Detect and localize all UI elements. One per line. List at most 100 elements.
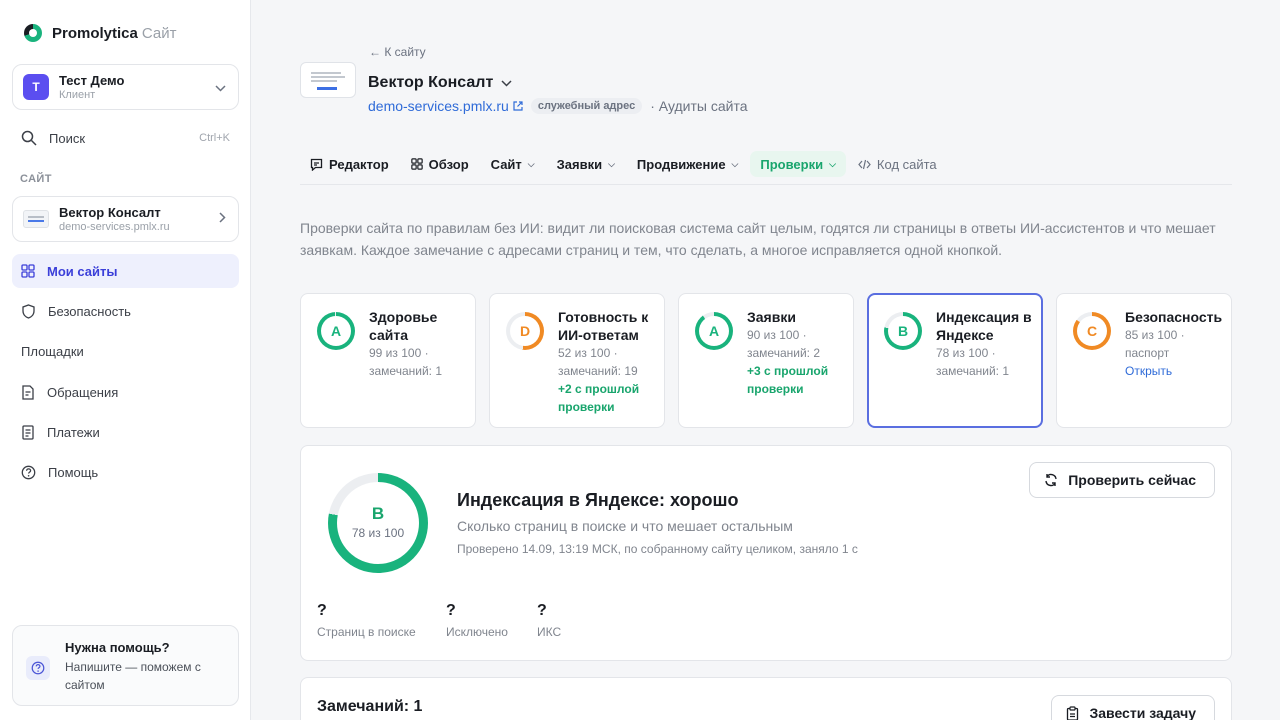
grade-ring: A bbox=[317, 312, 355, 350]
site-preview-thumbnail[interactable] bbox=[300, 62, 356, 98]
document-icon bbox=[22, 384, 34, 400]
chevron-down-icon: ⌵ bbox=[829, 158, 836, 169]
card-passport: паспорт bbox=[1125, 346, 1170, 360]
card-score: 52 из 100 · bbox=[558, 346, 618, 360]
open-link[interactable]: Открыть bbox=[1125, 362, 1229, 380]
search-button[interactable]: Поиск Ctrl+K bbox=[12, 124, 239, 152]
site-url-link[interactable]: demo-services.pmlx.ru bbox=[368, 98, 509, 114]
avatar: Т bbox=[23, 74, 49, 100]
card-title: Готовность к ИИ-ответам bbox=[558, 309, 649, 343]
brand[interactable]: Promolytica Сайт bbox=[24, 24, 176, 42]
check-subtitle: Сколько страниц в поиске и что мешает ос… bbox=[457, 518, 793, 534]
score-card-site-health[interactable]: A Здоровье сайта 99 из 100 · замечаний: … bbox=[300, 293, 476, 428]
back-link[interactable]: ← К сайту bbox=[369, 45, 426, 59]
sidebar-item-payments[interactable]: Платежи bbox=[12, 415, 239, 449]
logo-icon bbox=[24, 24, 42, 42]
check-now-button[interactable]: Проверить сейчас bbox=[1029, 462, 1215, 498]
card-issues: замечаний: 19 bbox=[558, 364, 638, 378]
help-card[interactable]: Нужна помощь? Напишите — поможем с сайто… bbox=[12, 625, 239, 706]
grade-letter: A bbox=[708, 323, 720, 339]
grade-ring: A bbox=[695, 312, 733, 350]
score-card-security[interactable]: C Безопасность 85 из 100 · паспорт Откры… bbox=[1056, 293, 1232, 428]
main-content: ← К сайту Вектор Консалт demo-services.p… bbox=[252, 0, 1280, 720]
current-site-card[interactable]: Вектор Консалт demo-services.pmlx.ru bbox=[12, 196, 239, 242]
tab-bar: Редактор Обзор Сайт ⌵ Заявки ⌵ Продвижен… bbox=[300, 151, 1232, 185]
card-delta: +3 с прошлой проверки bbox=[747, 364, 829, 396]
grid-icon bbox=[410, 158, 423, 170]
card-score: 85 из 100 · bbox=[1125, 328, 1185, 342]
grade-ring: B bbox=[884, 312, 922, 350]
account-name: Тест Демо bbox=[59, 73, 125, 88]
tab-label: Проверки bbox=[760, 156, 824, 172]
arrow-left-icon: ← bbox=[369, 45, 381, 59]
check-title: Индексация в Яндексе: хорошо bbox=[457, 490, 739, 510]
account-switcher[interactable]: Т Тест Демо Клиент bbox=[12, 64, 239, 110]
chevron-down-icon: ⌵ bbox=[608, 158, 615, 169]
intro-text: Проверки сайта по правилам без ИИ: видит… bbox=[300, 220, 1216, 258]
sidebar-item-help[interactable]: Помощь bbox=[12, 455, 239, 489]
grade-letter: A bbox=[330, 323, 342, 339]
grade-letter: B bbox=[897, 323, 909, 339]
tab-promotion[interactable]: Продвижение ⌵ bbox=[627, 151, 748, 177]
score-card-ai-readiness[interactable]: D Готовность к ИИ-ответам 52 из 100 · за… bbox=[489, 293, 665, 428]
stat-label: ИКС bbox=[537, 625, 562, 639]
shield-icon bbox=[22, 303, 35, 319]
check-detail-panel: B 78 из 100 Индексация в Яндексе: хорошо… bbox=[300, 445, 1232, 661]
score-card-leads[interactable]: A Заявки 90 из 100 · замечаний: 2 +3 с п… bbox=[678, 293, 854, 428]
sidebar-item-platforms[interactable]: Площадки bbox=[12, 334, 239, 368]
help-body: Напишите — поможем с сайтом bbox=[65, 660, 201, 692]
tab-site[interactable]: Сайт ⌵ bbox=[481, 151, 545, 177]
back-label: К сайту bbox=[384, 45, 426, 59]
clipboard-icon bbox=[1067, 705, 1079, 720]
stat-value: ? bbox=[537, 602, 547, 619]
help-icon bbox=[26, 656, 50, 680]
sidebar-item-security[interactable]: Безопасность bbox=[12, 294, 239, 328]
gauge-grade: B bbox=[371, 504, 385, 523]
chevron-down-icon: ⌵ bbox=[527, 158, 535, 169]
stat-value: ? bbox=[446, 602, 456, 619]
sidebar-item-label: Мои сайты bbox=[47, 263, 118, 279]
card-title: Безопасность bbox=[1125, 309, 1223, 325]
tab-label: Продвижение bbox=[636, 156, 726, 172]
tab-overview[interactable]: Обзор bbox=[401, 151, 479, 177]
card-issues: замечаний: 1 bbox=[936, 364, 1010, 378]
create-task-button[interactable]: Завести задачу bbox=[1051, 695, 1215, 720]
help-title: Нужна помощь? bbox=[65, 640, 170, 655]
grade-ring: D bbox=[506, 312, 544, 350]
card-title: Здоровье сайта bbox=[369, 309, 438, 343]
code-icon bbox=[858, 159, 871, 169]
site-host: demo-services.pmlx.ru bbox=[59, 221, 170, 233]
sidebar-item-my-sites[interactable]: Мои сайты bbox=[12, 254, 239, 288]
sidebar-item-requests[interactable]: Обращения bbox=[12, 375, 239, 409]
grade-letter: D bbox=[519, 323, 531, 339]
receipt-icon bbox=[22, 424, 34, 440]
sidebar-item-label: Площадки bbox=[21, 343, 84, 359]
stat-iks: ? ИКС bbox=[537, 602, 561, 639]
chevron-right-icon bbox=[219, 211, 226, 226]
sidebar: Promolytica Сайт Т Тест Демо Клиент Поиск… bbox=[0, 0, 251, 720]
breadcrumb-audits: · Аудиты сайта bbox=[650, 98, 748, 114]
sidebar-item-label: Помощь bbox=[48, 464, 99, 480]
card-issues: замечаний: 2 bbox=[747, 346, 821, 360]
gauge-score: 78 из 100 bbox=[351, 526, 405, 540]
brand-name: Promolytica bbox=[52, 24, 138, 42]
score-card-yandex-indexing[interactable]: B Индексация в Яндексе 78 из 100 · замеч… bbox=[867, 293, 1043, 428]
grade-ring: C bbox=[1073, 312, 1111, 350]
tab-site-code[interactable]: Код сайта bbox=[848, 151, 947, 177]
tab-label: Сайт bbox=[490, 156, 522, 172]
help-icon bbox=[21, 465, 36, 479]
tab-leads[interactable]: Заявки ⌵ bbox=[547, 151, 625, 177]
tab-editor[interactable]: Редактор bbox=[300, 151, 399, 177]
search-icon bbox=[21, 130, 37, 146]
score-cards: A Здоровье сайта 99 из 100 · замечаний: … bbox=[300, 293, 1232, 428]
brand-section: Сайт bbox=[141, 24, 177, 42]
chevron-down-icon bbox=[215, 81, 226, 95]
card-score: 78 из 100 · bbox=[936, 346, 996, 360]
tab-checks[interactable]: Проверки ⌵ bbox=[750, 151, 846, 177]
external-link-icon[interactable] bbox=[513, 101, 523, 111]
grade-letter: C bbox=[1086, 323, 1098, 339]
stat-value: ? bbox=[317, 602, 327, 619]
issues-panel: Замечаний: 1 Завести задачу bbox=[300, 677, 1232, 720]
tab-label: Заявки bbox=[556, 156, 603, 172]
site-switcher[interactable]: Вектор Консалт bbox=[368, 74, 512, 92]
